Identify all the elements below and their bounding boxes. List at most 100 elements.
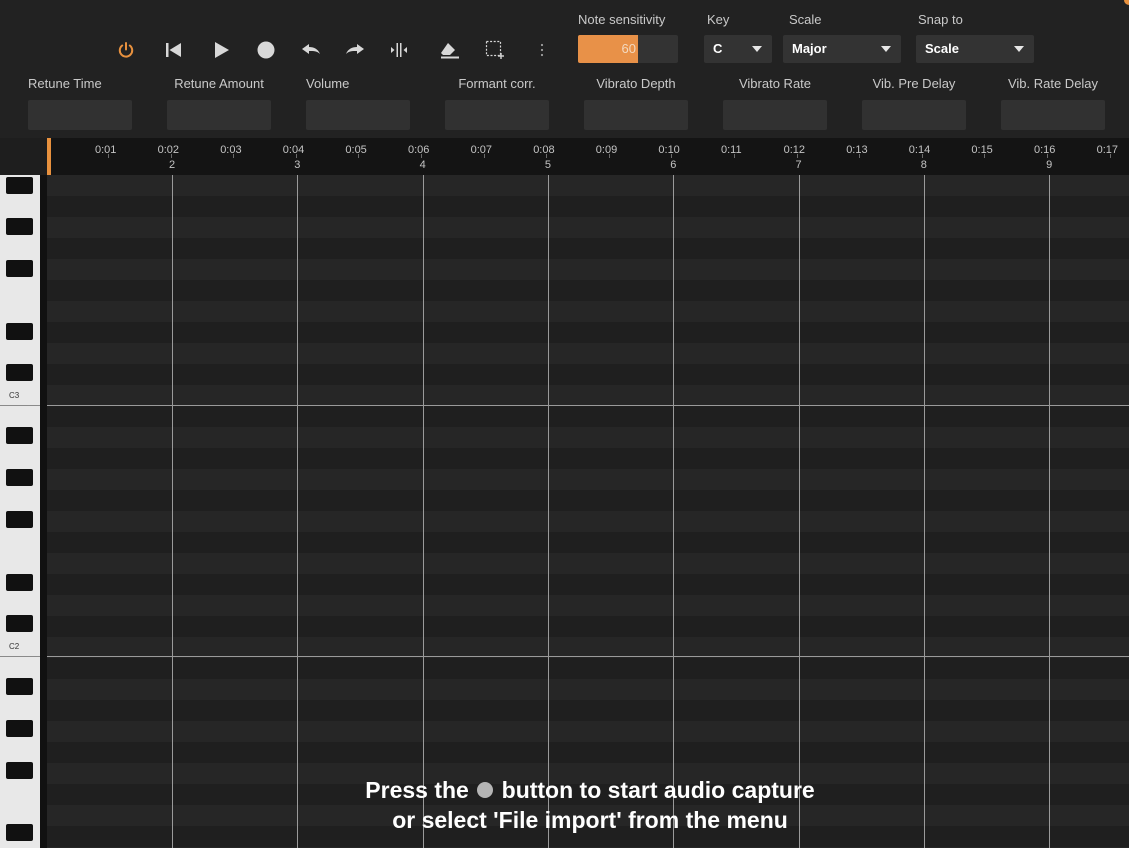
param-field[interactable] (167, 100, 271, 130)
black-key[interactable] (6, 720, 33, 737)
black-key[interactable] (6, 469, 33, 486)
timeline-ruler[interactable]: 0:01 0:02 0:03 0:04 0:05 0:06 0:07 0:08 0:09 0:10… (47, 138, 1129, 175)
time-label: 0:07 (470, 144, 493, 156)
selection-icon[interactable] (481, 38, 509, 62)
split-icon[interactable] (385, 38, 413, 62)
playhead[interactable] (47, 138, 51, 175)
measure-line (297, 175, 299, 848)
black-key[interactable] (6, 364, 33, 381)
pitch-row (47, 616, 1129, 637)
snap-value: Scale (925, 41, 959, 56)
pitch-row (47, 406, 1129, 427)
pitch-row (47, 658, 1129, 679)
measure-label: 5 (544, 159, 552, 171)
measure-label: 4 (419, 159, 426, 171)
time-label: 0:15 (971, 144, 993, 156)
black-key[interactable] (6, 762, 33, 779)
scale-dropdown[interactable]: Major (783, 35, 901, 63)
top-panel: Note sensitivity 60 Key C Scale Major Sn… (0, 0, 1129, 138)
note-sensitivity-slider[interactable]: 60 (578, 35, 678, 63)
measure-label: 2 (169, 159, 176, 171)
pitch-row (47, 448, 1129, 469)
param-vib-rate-delay: Vib. Rate Delay (1001, 76, 1105, 130)
black-key[interactable] (6, 511, 33, 528)
pitch-row (47, 175, 1129, 196)
measure-line (422, 175, 424, 848)
scale-value: Major (792, 41, 827, 56)
measure-line (1049, 175, 1051, 848)
param-field[interactable] (306, 100, 410, 130)
piano-keyboard[interactable]: C3 C2 (0, 175, 40, 848)
param-field[interactable] (28, 100, 132, 130)
param-field[interactable] (862, 100, 966, 130)
time-label: 0:10 (658, 144, 680, 156)
pitch-row (47, 742, 1129, 763)
pitch-row (47, 553, 1129, 574)
octave-divider (0, 405, 40, 406)
measure-line (547, 175, 549, 848)
param-vibrato-rate: Vibrato Rate (723, 76, 827, 130)
measure-line (798, 175, 800, 848)
time-label: 0:03 (220, 144, 242, 156)
param-volume: Volume (306, 76, 410, 130)
pitch-row (47, 469, 1129, 490)
message-line-1: Press the button to start audio capture (300, 775, 880, 805)
redo-icon[interactable] (341, 38, 369, 62)
black-key[interactable] (6, 615, 33, 632)
power-icon[interactable] (112, 38, 140, 62)
message-text: Press the (365, 777, 469, 803)
measure-line (923, 175, 925, 848)
param-field[interactable] (723, 100, 827, 130)
chevron-down-icon (881, 46, 891, 52)
param-label: Vibrato Rate (738, 76, 812, 91)
black-key[interactable] (6, 824, 33, 841)
black-key[interactable] (6, 260, 33, 277)
time-label: 0:14 (908, 144, 931, 156)
message-text: button to start audio capture (501, 777, 815, 803)
black-key[interactable] (6, 678, 33, 695)
pitch-grid[interactable] (47, 175, 1129, 848)
black-key[interactable] (6, 427, 33, 444)
play-icon[interactable] (208, 38, 236, 62)
eraser-icon[interactable] (436, 38, 464, 62)
pitch-row (47, 511, 1129, 532)
time-label: 0:13 (846, 144, 868, 156)
param-field[interactable] (1001, 100, 1105, 130)
chevron-down-icon (1014, 46, 1024, 52)
measure-label: 7 (795, 159, 802, 171)
chevron-down-icon (752, 46, 762, 52)
pitch-row (47, 679, 1129, 700)
measure-label: 9 (1046, 159, 1053, 171)
more-vertical-icon[interactable] (528, 38, 556, 62)
param-label: Vib. Rate Delay (1007, 76, 1099, 91)
pitch-row (47, 532, 1129, 553)
skip-to-start-icon[interactable] (160, 38, 188, 62)
pitch-row (47, 259, 1129, 280)
empty-state-message: Press the button to start audio capture … (300, 775, 880, 835)
octave-line (47, 405, 1129, 406)
param-label: Formant corr. (458, 76, 536, 91)
black-key[interactable] (6, 218, 33, 235)
time-label: 0:01 (95, 144, 117, 156)
param-vib-pre-delay: Vib. Pre Delay (862, 76, 966, 130)
time-label: 0:08 (533, 144, 555, 156)
time-label: 0:09 (595, 144, 618, 156)
param-label: Retune Time (28, 76, 102, 91)
note-sensitivity-value: 60 (621, 41, 636, 56)
pitch-row (47, 196, 1129, 217)
black-key[interactable] (6, 323, 33, 340)
snap-dropdown[interactable]: Scale (916, 35, 1034, 63)
time-label: 0:11 (721, 144, 742, 156)
black-key[interactable] (6, 177, 33, 194)
time-label: 0:05 (345, 144, 367, 156)
record-icon[interactable] (252, 38, 280, 62)
undo-icon[interactable] (297, 38, 325, 62)
key-label: Key (707, 12, 730, 27)
param-field[interactable] (445, 100, 549, 130)
black-key[interactable] (6, 574, 33, 591)
pitch-row (47, 280, 1129, 301)
param-label: Volume (306, 76, 350, 91)
param-field[interactable] (584, 100, 688, 130)
param-label: Vibrato Depth (596, 76, 676, 91)
key-dropdown[interactable]: C (704, 35, 772, 63)
